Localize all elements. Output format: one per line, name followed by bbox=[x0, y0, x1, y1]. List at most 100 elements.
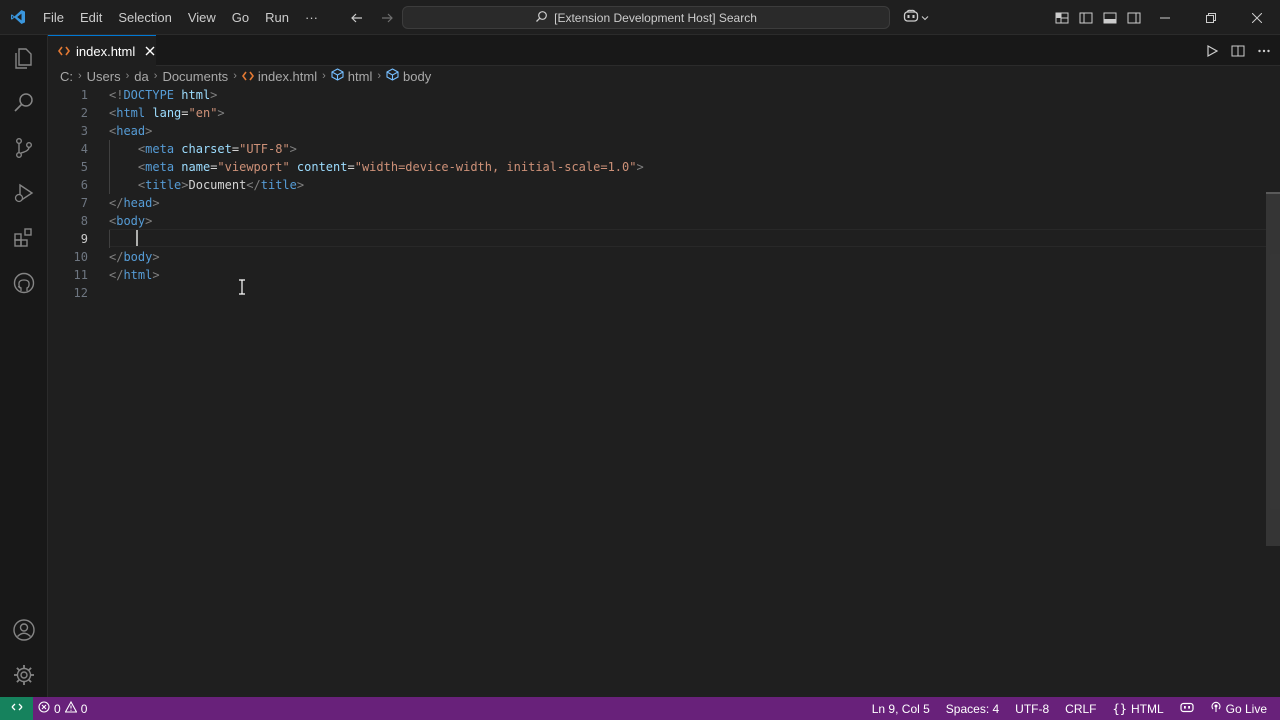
code-token: meta bbox=[145, 142, 175, 156]
breadcrumb-file[interactable]: index.html bbox=[241, 69, 317, 84]
language-mode[interactable]: {} HTML bbox=[1108, 697, 1169, 720]
ibeam-cursor-icon bbox=[238, 279, 246, 295]
code-line: <body> bbox=[109, 212, 152, 230]
run-file-icon[interactable] bbox=[1202, 41, 1222, 61]
eol-setting[interactable]: CRLF bbox=[1060, 697, 1101, 720]
encoding-setting[interactable]: UTF-8 bbox=[1010, 697, 1054, 720]
line-number: 9 bbox=[80, 232, 88, 246]
breadcrumb-html-label: html bbox=[347, 68, 373, 84]
copilot-status[interactable] bbox=[1175, 697, 1199, 720]
explorer-icon[interactable] bbox=[0, 35, 48, 80]
remote-icon bbox=[11, 701, 23, 716]
code-token: name bbox=[181, 160, 211, 174]
search-icon bbox=[535, 10, 548, 26]
code-token: "viewport" bbox=[217, 160, 290, 174]
code-token: </ bbox=[109, 196, 124, 210]
close-window-icon[interactable] bbox=[1234, 0, 1280, 35]
line-number: 5 bbox=[80, 160, 88, 174]
customize-layout-icon[interactable] bbox=[1052, 8, 1072, 28]
command-center-search[interactable]: [Extension Development Host] Search bbox=[402, 6, 890, 29]
html-file-icon bbox=[241, 69, 254, 84]
source-control-icon[interactable] bbox=[0, 125, 48, 170]
forward-arrow-icon[interactable] bbox=[376, 7, 398, 29]
run-debug-icon[interactable] bbox=[0, 170, 48, 215]
chevron-right-icon: › bbox=[233, 70, 237, 82]
restore-icon[interactable] bbox=[1188, 0, 1234, 35]
split-editor-icon[interactable] bbox=[1228, 41, 1248, 61]
menu-run[interactable]: Run bbox=[257, 0, 297, 35]
code-token: = bbox=[347, 160, 355, 174]
chevron-right-icon: › bbox=[125, 70, 130, 82]
code-token: </ bbox=[109, 250, 124, 264]
breadcrumb: C: › Users › da › Documents › index.html… bbox=[48, 66, 1280, 86]
error-count: 0 bbox=[54, 701, 61, 716]
menu-go[interactable]: Go bbox=[224, 0, 257, 35]
code-token: "en" bbox=[188, 106, 218, 120]
warning-count: 0 bbox=[80, 701, 88, 716]
code-line: </html> bbox=[109, 266, 160, 284]
go-live-button[interactable]: Go Live bbox=[1205, 697, 1272, 720]
remote-indicator-button[interactable] bbox=[0, 697, 33, 720]
command-center-label: [Extension Development Host] Search bbox=[554, 10, 757, 25]
code-line: <head> bbox=[109, 122, 152, 140]
line-number: 10 bbox=[73, 250, 88, 264]
vscode-logo-icon bbox=[0, 0, 35, 35]
menu-view[interactable]: View bbox=[180, 0, 224, 35]
scrollbar-thumb[interactable] bbox=[1266, 194, 1280, 546]
code-token: > bbox=[152, 250, 160, 264]
copilot-menu-button[interactable] bbox=[900, 6, 932, 29]
line-number: 2 bbox=[80, 106, 88, 120]
broadcast-icon bbox=[1210, 701, 1222, 716]
code-editor[interactable]: 1 2 3 4 5 6 7 8 9 10 11 12 <!DOCTYPE html> <html lan… bbox=[48, 86, 1280, 697]
breadcrumb-documents[interactable]: Documents bbox=[162, 69, 228, 84]
manage-gear-icon[interactable] bbox=[0, 652, 48, 697]
menu-file[interactable]: File bbox=[35, 0, 72, 35]
line-number: 6 bbox=[80, 178, 88, 192]
back-arrow-icon[interactable] bbox=[346, 7, 368, 29]
code-token: = bbox=[181, 106, 189, 120]
code-token: head bbox=[116, 124, 146, 138]
vertical-scrollbar[interactable] bbox=[1266, 86, 1280, 697]
navigation-arrows bbox=[346, 0, 398, 35]
code-line: <meta name="viewport" content="width=dev… bbox=[109, 158, 644, 176]
menu-selection[interactable]: Selection bbox=[110, 0, 179, 35]
account-icon[interactable] bbox=[0, 607, 48, 652]
toggle-primary-sidebar-icon[interactable] bbox=[1076, 8, 1096, 28]
line-number: 12 bbox=[73, 286, 88, 300]
html-file-icon bbox=[58, 44, 70, 59]
activity-bar bbox=[0, 35, 48, 697]
github-icon[interactable] bbox=[0, 260, 48, 305]
toggle-panel-icon[interactable] bbox=[1100, 8, 1120, 28]
code-token: DOCTYPE bbox=[123, 88, 175, 102]
menu-edit[interactable]: Edit bbox=[72, 0, 110, 35]
search-icon[interactable] bbox=[0, 80, 48, 125]
code-token: </ bbox=[109, 268, 124, 282]
breadcrumb-drive[interactable]: C: bbox=[60, 69, 73, 84]
toggle-secondary-sidebar-icon[interactable] bbox=[1124, 8, 1144, 28]
code-token: > bbox=[152, 268, 160, 282]
code-token: content bbox=[296, 160, 348, 174]
cursor-position[interactable]: Ln 9, Col 5 bbox=[867, 697, 935, 720]
code-token: Document bbox=[188, 178, 247, 192]
extensions-icon[interactable] bbox=[0, 215, 48, 260]
code-token: > bbox=[210, 88, 218, 102]
line-number: 1 bbox=[80, 88, 88, 102]
copilot-icon bbox=[1180, 701, 1194, 716]
breadcrumb-body-element[interactable]: body bbox=[386, 68, 431, 84]
layout-controls bbox=[1052, 0, 1144, 35]
problems-indicator[interactable]: 0 0 bbox=[33, 697, 92, 720]
menu-more[interactable]: ··· bbox=[297, 0, 326, 35]
line-number: 11 bbox=[73, 268, 88, 282]
breadcrumb-da[interactable]: da bbox=[134, 69, 148, 84]
minimize-icon[interactable] bbox=[1142, 0, 1188, 35]
indentation-setting[interactable]: Spaces: 4 bbox=[941, 697, 1004, 720]
breadcrumb-users[interactable]: Users bbox=[87, 69, 121, 84]
close-tab-icon[interactable] bbox=[145, 46, 155, 56]
line-number: 8 bbox=[80, 214, 88, 228]
code-line: </body> bbox=[109, 248, 160, 266]
breadcrumb-html-element[interactable]: html bbox=[331, 68, 373, 84]
tab-index-html[interactable]: index.html bbox=[48, 35, 156, 66]
more-actions-icon[interactable] bbox=[1254, 41, 1274, 61]
